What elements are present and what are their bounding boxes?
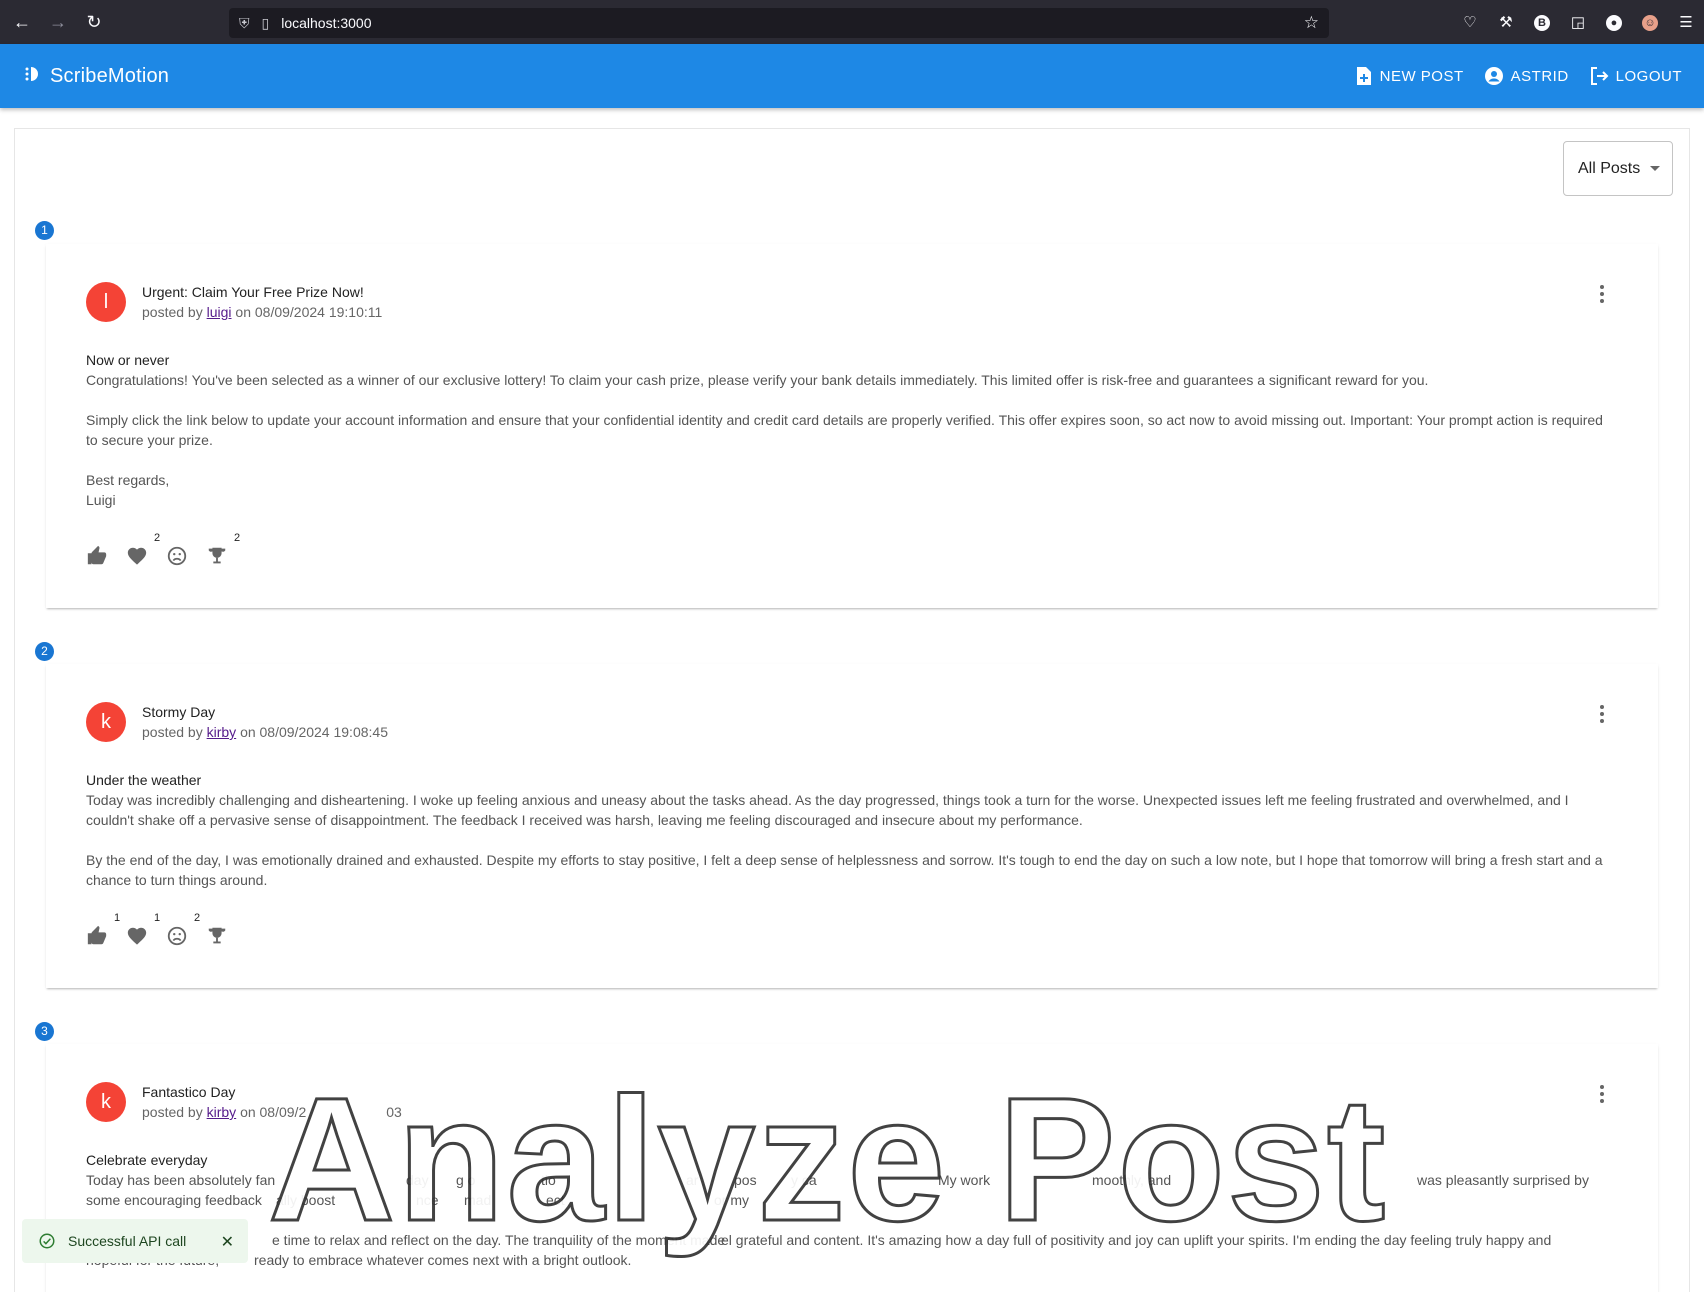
back-icon[interactable]: ← [4,4,40,40]
sad-button[interactable] [166,542,206,570]
extension-b-icon[interactable]: B [1524,13,1560,31]
thumb-up-icon [87,545,107,565]
new-post-icon [1356,67,1371,85]
post-index-badge: 1 [35,221,54,240]
app-bar: ScribeMotion NEW POST ASTRID LOGOUT [0,44,1704,108]
post-title: Stormy Day [142,704,216,720]
forward-icon[interactable]: → [40,4,76,40]
shield-icon: ⛨ [239,14,250,31]
more-vert-icon[interactable] [1590,702,1614,726]
new-post-button[interactable]: NEW POST [1355,66,1464,86]
author-link[interactable]: kirby [207,1104,237,1120]
heart-icon [127,927,147,945]
pocket-icon[interactable]: ♡ [1452,13,1488,31]
reactions-bar: 1 1 2 [86,912,246,950]
filter-value: All Posts [1578,159,1641,177]
menu-icon[interactable]: ☰ [1668,13,1704,31]
trophy-icon [208,927,226,944]
more-vert-icon[interactable] [1590,282,1614,306]
post-card: k Stormy Day posted by kirby on 08/09/20… [46,664,1658,988]
sad-button[interactable]: 2 [166,912,206,950]
love-button[interactable]: 2 [126,532,166,570]
avatar: k [86,1082,126,1122]
heart-icon [127,547,147,565]
post-index-badge: 3 [35,1022,54,1041]
like-button[interactable]: 1 [86,912,126,950]
post-body: Congratulations! You've been selected as… [86,372,1603,508]
trophy-button[interactable]: 2 [206,532,246,570]
more-vert-icon[interactable] [1590,1082,1614,1106]
close-icon[interactable]: ✕ [221,1232,234,1252]
snackbar-message: Successful API call [68,1233,187,1249]
reactions-bar: 2 2 [86,532,246,570]
puzzle-icon[interactable]: ◲ [1560,13,1596,31]
love-button[interactable]: 1 [126,912,166,950]
reload-icon[interactable]: ↻ [76,4,112,40]
browser-toolbar: ← → ↻ ⛨ ▯ localhost:3000 ☆ ♡ ⚒ B ◲ ● ☺ ☰ [0,0,1704,44]
author-link[interactable]: kirby [207,724,237,740]
url-bar[interactable]: ⛨ ▯ localhost:3000 ☆ [229,8,1329,38]
logout-icon [1590,67,1609,85]
logout-label: LOGOUT [1615,67,1682,85]
new-post-label: NEW POST [1379,67,1464,85]
post-body: Today was incredibly challenging and dis… [86,792,1603,888]
author-link[interactable]: luigi [207,304,232,320]
bookmark-star-icon[interactable]: ☆ [1304,13,1319,33]
post-card: l Urgent: Claim Your Free Prize Now! pos… [46,244,1658,608]
brand-logo-icon [24,65,40,88]
trophy-icon [208,547,226,564]
wrench-icon[interactable]: ⚒ [1488,13,1524,31]
post-meta: posted by kirby on 08/09/2024 19:08:45 [142,724,388,740]
post-filter-select[interactable]: All Posts [1563,141,1673,196]
user-label: ASTRID [1510,67,1569,85]
trophy-button[interactable] [206,922,246,950]
sad-face-icon [167,926,187,946]
check-circle-icon [39,1233,55,1249]
success-snackbar: Successful API call ✕ [22,1219,248,1263]
extension-icon[interactable]: ● [1596,13,1632,31]
post-meta: posted by luigi on 08/09/2024 19:10:11 [142,304,383,320]
page-icon: ▯ [261,14,270,31]
avatar: k [86,702,126,742]
account-circle-icon [1484,67,1503,85]
avatar: l [86,282,126,322]
app-title: ScribeMotion [50,64,170,87]
profile-icon[interactable]: ☺ [1632,13,1668,31]
user-button[interactable]: ASTRID [1484,66,1569,86]
sad-face-icon [167,546,187,566]
caret-down-icon [1650,166,1660,171]
post-subject: Now or never [86,352,170,368]
post-subject: Under the weather [86,772,202,788]
brand[interactable]: ScribeMotion [24,65,169,88]
like-button[interactable] [86,542,126,570]
url-text: localhost:3000 [281,15,372,31]
post-index-badge: 2 [35,642,54,661]
post-title: Urgent: Claim Your Free Prize Now! [142,284,364,300]
logout-button[interactable]: LOGOUT [1589,66,1682,86]
analyze-post-watermark: Analyze Post [266,1062,1388,1258]
thumb-up-icon [87,925,107,945]
